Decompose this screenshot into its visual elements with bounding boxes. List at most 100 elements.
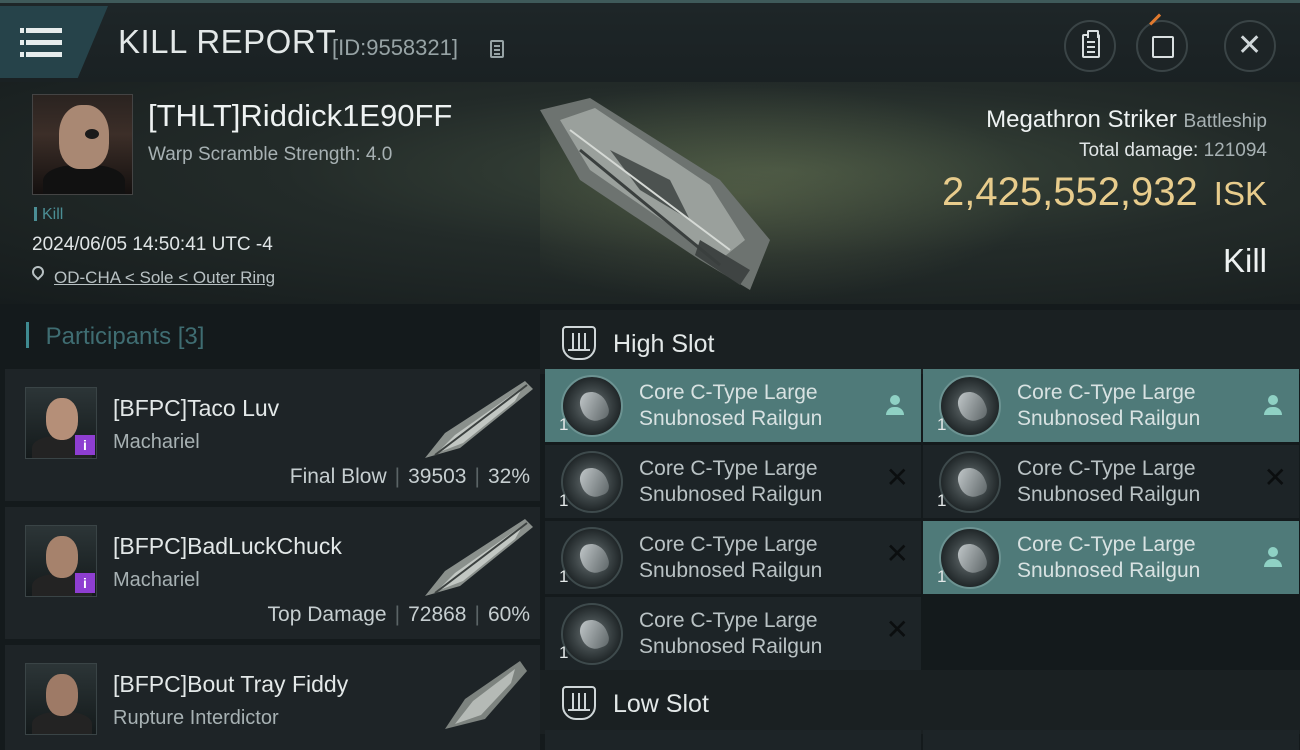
module-slot[interactable]: 1 Core C-Type Large Snubnosed Railgun ✕	[545, 445, 921, 518]
module-slot[interactable]	[545, 730, 921, 750]
victim-name[interactable]: [THLT]Riddick1E90FF	[148, 98, 452, 134]
participant-row[interactable]: i [BFPC]Taco Luv Machariel Final Blow | 39…	[5, 369, 540, 504]
high-slot-title: High Slot	[613, 330, 715, 358]
share-icon	[1152, 36, 1174, 58]
participant-ship: Machariel	[113, 569, 200, 591]
ship-class: Battleship	[1183, 111, 1267, 132]
total-damage: Total damage: 121094	[1079, 140, 1267, 162]
module-quantity: 1	[559, 567, 569, 586]
close-button[interactable]: ✕	[1224, 20, 1276, 72]
victim-ship-image[interactable]	[520, 90, 780, 300]
module-name: Core C-Type Large Snubnosed Railgun	[639, 533, 823, 582]
x-icon: ✕	[885, 538, 909, 569]
module-name: Core C-Type Large Snubnosed Railgun	[1017, 381, 1201, 430]
module-quantity: 1	[559, 415, 569, 434]
header-bar: KILL REPORT [ID:9558321] ✕	[0, 0, 1300, 82]
railgun-icon	[939, 375, 1001, 437]
high-slot-icon	[562, 326, 596, 360]
menu-button[interactable]	[0, 6, 108, 78]
isk-unit: ISK	[1213, 175, 1267, 212]
module-quantity: 1	[937, 415, 947, 434]
module-slot[interactable]: 1 Core C-Type Large Snubnosed Railgun	[923, 369, 1299, 442]
module-name: Core C-Type Large Snubnosed Railgun	[639, 609, 823, 658]
clipboard-button[interactable]	[1064, 20, 1116, 72]
participant-name[interactable]: [BFPC]Bout Tray Fiddy	[113, 671, 348, 698]
module-slot[interactable]: 1 Core C-Type Large Snubnosed Railgun ✕	[545, 521, 921, 594]
kill-location-link[interactable]: OD-CHA < Sole < Outer Ring	[54, 268, 275, 288]
railgun-icon	[561, 375, 623, 437]
victim-portrait[interactable]	[32, 94, 133, 195]
participant-name[interactable]: [BFPC]BadLuckChuck	[113, 533, 342, 560]
participants-count: [3]	[177, 323, 205, 350]
page-title: KILL REPORT	[118, 23, 337, 60]
victim-ship-name: Megathron Striker Battleship	[986, 106, 1267, 134]
participant-ship: Rupture Interdictor	[113, 707, 279, 729]
module-quantity: 1	[559, 491, 569, 510]
module-slot[interactable]	[923, 730, 1299, 750]
location-pin-icon	[29, 263, 47, 281]
low-slot-header: Low Slot	[540, 670, 1300, 734]
warp-scramble-strength: Warp Scramble Strength: 4.0	[148, 144, 393, 165]
participant-ship: Machariel	[113, 431, 200, 453]
victim-panel: [THLT]Riddick1E90FF Warp Scramble Streng…	[0, 82, 1300, 304]
info-badge-icon[interactable]: i	[75, 573, 95, 593]
person-icon	[885, 395, 905, 417]
participants-header: Participants [3]	[26, 322, 205, 351]
participant-stats: Final Blow | 39503 | 32%	[289, 465, 530, 488]
participant-percent: 60%	[487, 603, 530, 626]
report-id: [ID:9558321]	[332, 35, 458, 60]
railgun-icon	[939, 527, 1001, 589]
participant-name[interactable]: [BFPC]Taco Luv	[113, 395, 279, 422]
participant-row[interactable]: [BFPC]Bout Tray Fiddy Rupture Interdicto…	[5, 645, 540, 750]
clipboard-icon	[1082, 30, 1100, 58]
total-damage-value: 121094	[1203, 140, 1267, 161]
low-slot-title: Low Slot	[613, 690, 709, 718]
module-slot[interactable]: 1 Core C-Type Large Snubnosed Railgun	[545, 369, 921, 442]
copy-icon[interactable]	[490, 40, 504, 58]
fitting-panel: High Slot 1 Core C-Type Large Snubnosed …	[540, 304, 1300, 750]
participant-ship-image	[445, 661, 527, 729]
share-button[interactable]	[1136, 13, 1188, 72]
railgun-icon	[561, 527, 623, 589]
isk-amount: 2,425,552,932	[941, 170, 1198, 214]
participant-role: Final Blow	[289, 465, 387, 488]
railgun-icon	[939, 451, 1001, 513]
module-name: Core C-Type Large Snubnosed Railgun	[639, 381, 823, 430]
module-quantity: 1	[937, 491, 947, 510]
high-slot-header: High Slot	[540, 310, 1300, 374]
share-arrow-icon	[1149, 13, 1161, 26]
participant-percent: 32%	[487, 465, 530, 488]
participant-stats: Top Damage | 72868 | 60%	[267, 603, 530, 626]
x-icon: ✕	[885, 462, 909, 493]
participant-row[interactable]: i [BFPC]BadLuckChuck Machariel Top Damag…	[5, 507, 540, 642]
close-icon: ✕	[1237, 29, 1263, 62]
module-slot[interactable]: 1 Core C-Type Large Snubnosed Railgun ✕	[545, 597, 921, 670]
module-slot[interactable]: 1 Core C-Type Large Snubnosed Railgun ✕	[923, 445, 1299, 518]
participant-damage: 39503	[408, 465, 467, 488]
participant-damage: 72868	[408, 603, 467, 626]
railgun-icon	[561, 451, 623, 513]
railgun-icon	[561, 603, 623, 665]
person-icon	[1263, 395, 1283, 417]
isk-value: 2,425,552,932 ISK	[942, 170, 1267, 215]
result-label: Kill	[1222, 242, 1267, 279]
ship-type[interactable]: Megathron Striker	[986, 106, 1177, 133]
total-damage-label: Total damage:	[1078, 140, 1199, 161]
module-name: Core C-Type Large Snubnosed Railgun	[639, 457, 823, 506]
module-slot[interactable]: 1 Core C-Type Large Snubnosed Railgun	[923, 521, 1299, 594]
participant-ship-image	[425, 381, 533, 458]
module-quantity: 1	[559, 643, 569, 662]
module-quantity: 1	[937, 567, 947, 586]
kill-tag: Kill	[34, 206, 63, 224]
participants-label: Participants	[45, 323, 172, 350]
info-badge-icon[interactable]: i	[75, 435, 95, 455]
person-icon	[1263, 547, 1283, 569]
module-name: Core C-Type Large Snubnosed Railgun	[1017, 533, 1201, 582]
x-icon: ✕	[1263, 462, 1287, 493]
participant-ship-image	[425, 519, 533, 596]
low-slot-icon	[562, 686, 596, 720]
kill-timestamp: 2024/06/05 14:50:41 UTC -4	[32, 234, 273, 255]
participants-panel: Participants [3] i [BFPC]Taco Luv Machar…	[0, 304, 540, 750]
participant-avatar[interactable]	[25, 663, 97, 735]
x-icon: ✕	[885, 614, 909, 645]
